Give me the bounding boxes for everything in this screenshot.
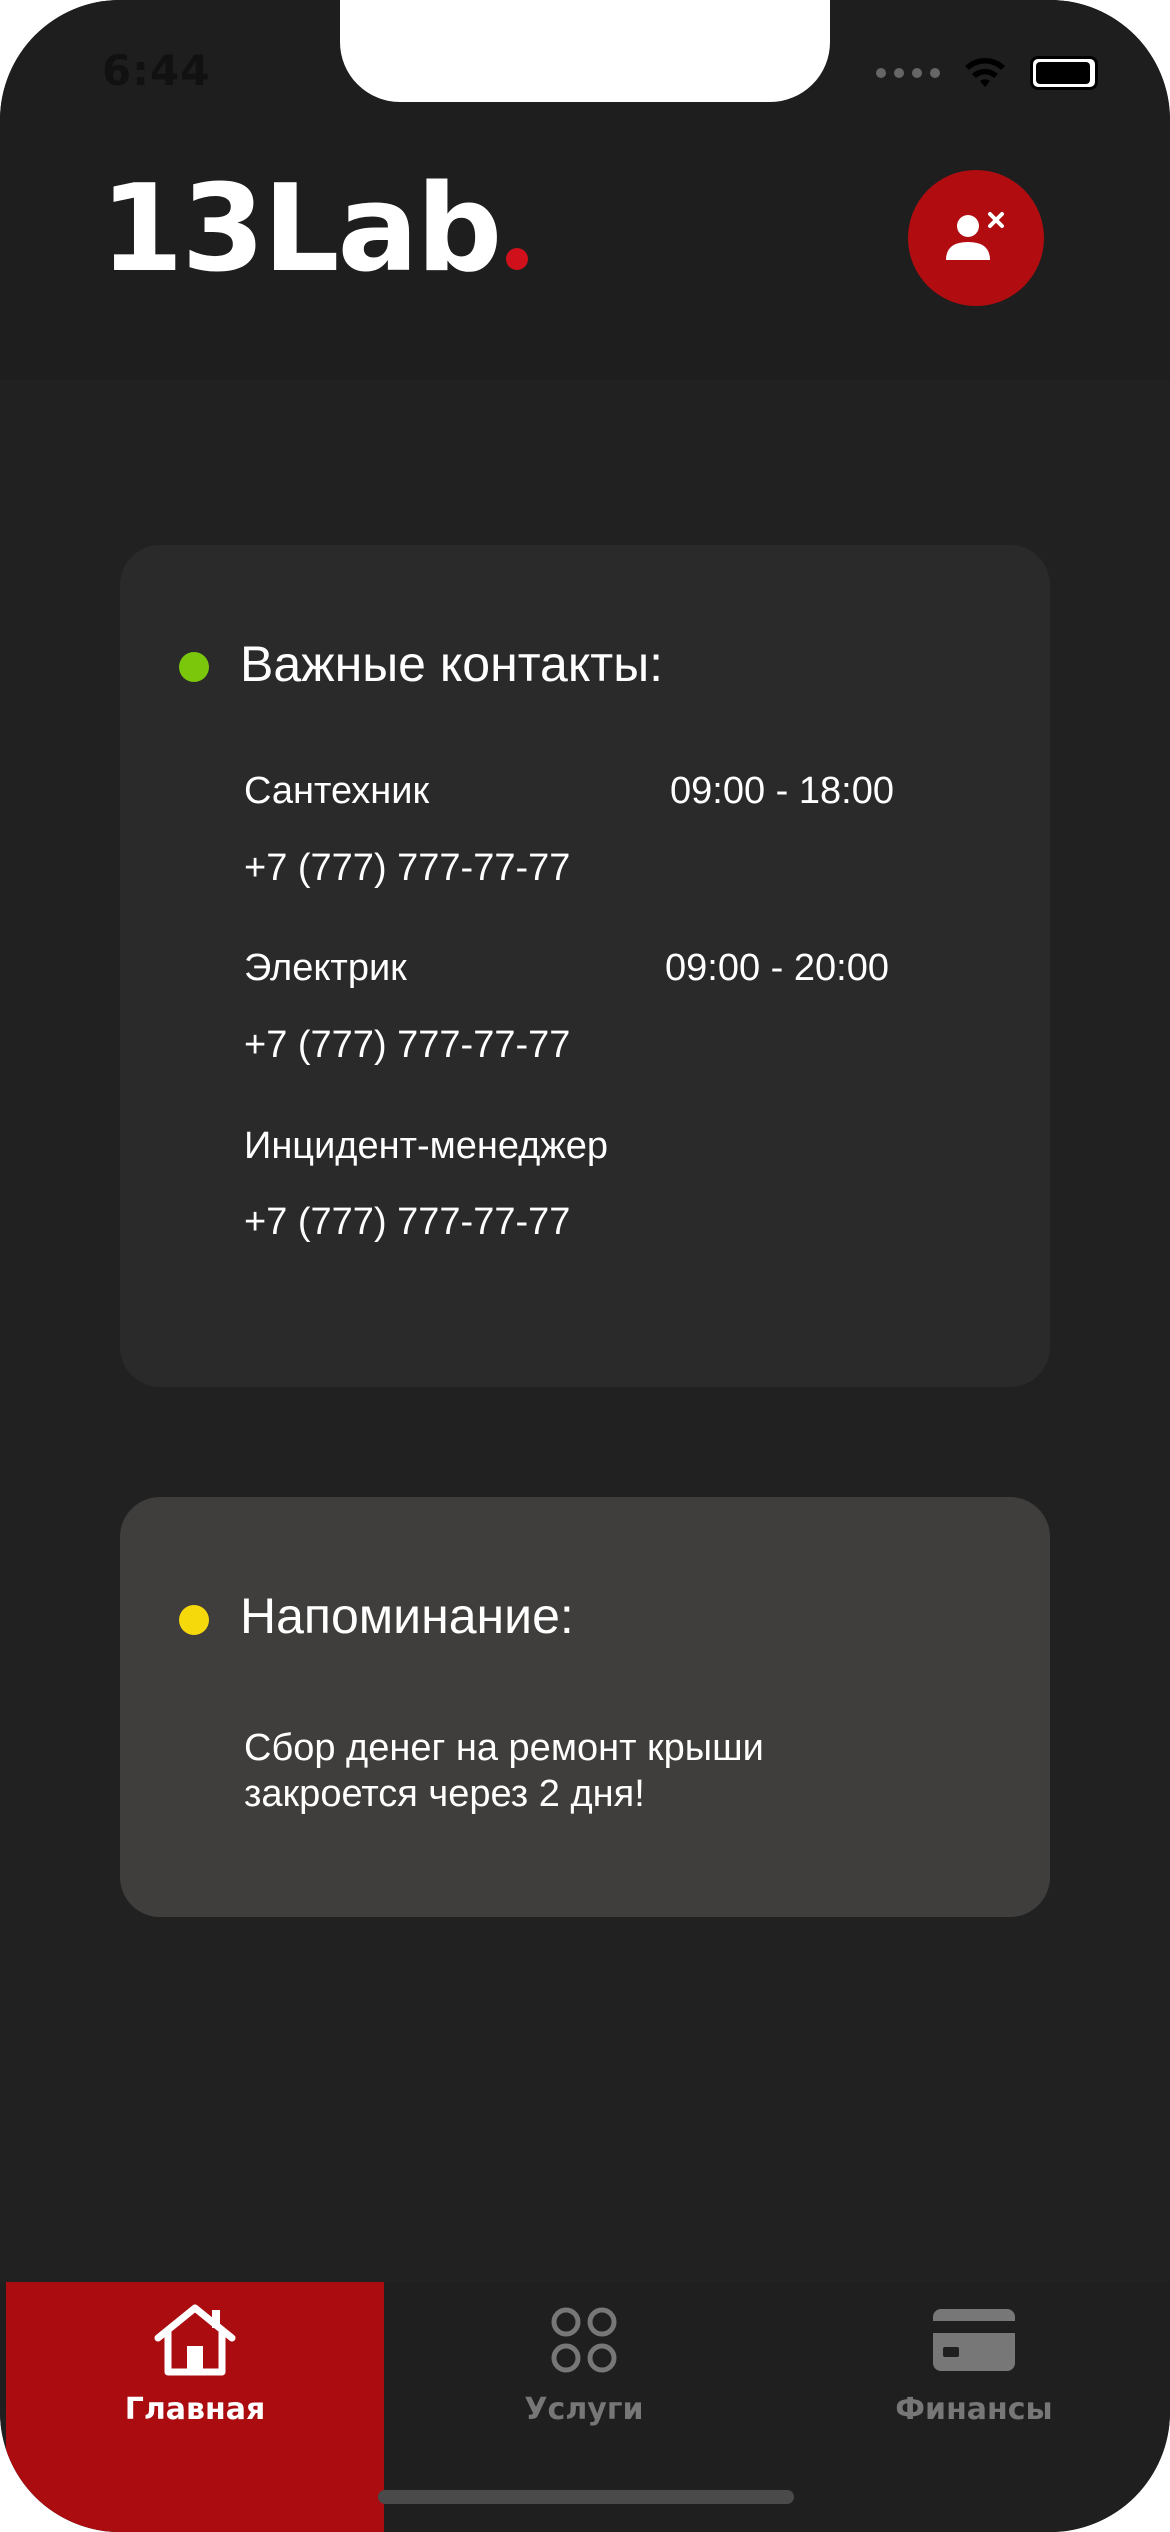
tab-label: Финансы bbox=[895, 2392, 1053, 2427]
tab-label: Главная bbox=[124, 2392, 266, 2427]
important-contacts-card: Важные контакты: Сантехник 09:00 - 18:00… bbox=[120, 545, 1050, 1387]
grid-icon bbox=[539, 2300, 629, 2380]
contacts-title: Важные контакты: bbox=[240, 636, 664, 692]
contact-phone[interactable]: +7 (777) 777-77-77 bbox=[244, 847, 570, 890]
reminder-title: Напоминание: bbox=[240, 1588, 574, 1644]
contact-phone[interactable]: +7 (777) 777-77-77 bbox=[244, 1024, 570, 1067]
tab-home[interactable]: Главная bbox=[6, 2282, 384, 2532]
status-icons bbox=[876, 56, 1098, 90]
notch bbox=[340, 0, 830, 102]
app-logo: 13Lab bbox=[100, 160, 529, 299]
wifi-icon bbox=[965, 58, 1005, 87]
reminder-card: Напоминание: Сбор денег на ремонт крыши … bbox=[120, 1497, 1050, 1917]
contact-name: Электрик bbox=[244, 947, 407, 989]
card-icon bbox=[929, 2300, 1019, 2380]
logo-text: 13Lab bbox=[100, 160, 502, 299]
tab-label: Услуги bbox=[524, 2392, 644, 2427]
reminder-text: Сбор денег на ремонт крыши закроется чер… bbox=[244, 1727, 764, 1815]
phone-screen: 6:44 13Lab Важные контакты: Сантехник 09… bbox=[0, 0, 1170, 2532]
cellular-signal-icon bbox=[876, 68, 940, 78]
contact-name: Инцидент-менеджер bbox=[244, 1125, 609, 1167]
contact-phone[interactable]: +7 (777) 777-77-77 bbox=[244, 1201, 570, 1244]
contact-name: Сантехник bbox=[244, 770, 430, 812]
contact-hours: 09:00 - 20:00 bbox=[665, 947, 889, 989]
home-icon bbox=[150, 2300, 240, 2380]
contact-hours: 09:00 - 18:00 bbox=[670, 770, 894, 812]
tab-finances[interactable]: Финансы bbox=[784, 2282, 1164, 2532]
home-indicator bbox=[378, 2490, 794, 2504]
battery-icon bbox=[1030, 56, 1098, 90]
status-dot-yellow bbox=[179, 1605, 209, 1635]
app-header: 6:44 13Lab bbox=[0, 0, 1170, 380]
status-time: 6:44 bbox=[102, 46, 211, 95]
logout-button[interactable] bbox=[908, 170, 1044, 306]
user-remove-icon bbox=[946, 212, 1004, 260]
logo-dot bbox=[506, 248, 529, 270]
status-dot-green bbox=[179, 652, 209, 682]
